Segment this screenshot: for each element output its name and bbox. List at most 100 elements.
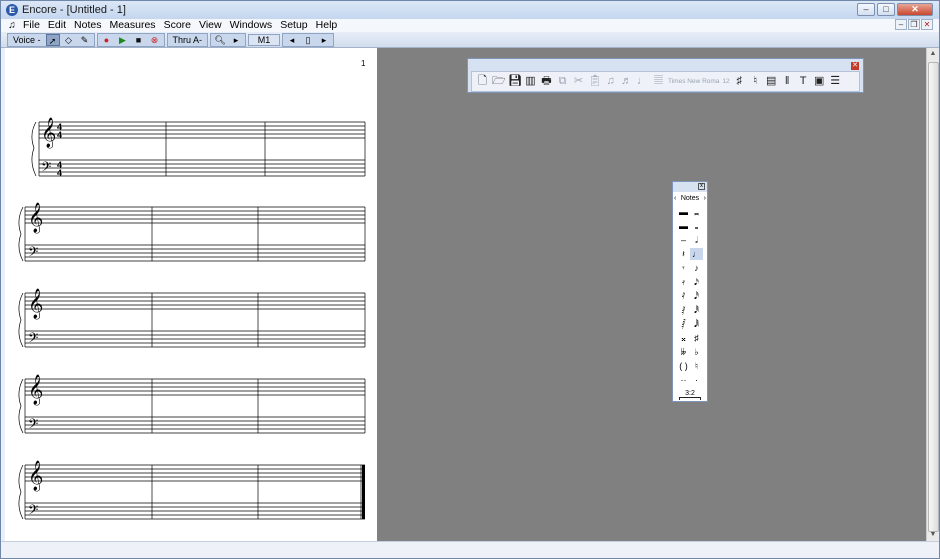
sharp-icon[interactable]: ♯: [690, 332, 703, 344]
thirty-second-rest-icon[interactable]: 𝅀: [677, 290, 690, 302]
panic-icon[interactable]: ⊗: [148, 34, 162, 46]
menu-edit[interactable]: Edit: [44, 19, 70, 32]
score-staves[interactable]: 𝄞 𝄢 𝄞𝄢 𝄞𝄢 𝄞𝄢 𝄞𝄢 4 4 4 4: [5, 48, 377, 541]
doc-minimize-button[interactable]: –: [895, 19, 907, 30]
scroll-up-icon[interactable]: ▲: [927, 48, 939, 60]
hundred-28th-rest-icon[interactable]: 𝅂: [677, 318, 690, 330]
eighth-rest-icon[interactable]: 𝄾: [677, 262, 690, 274]
measure-indicator[interactable]: M1: [248, 33, 281, 46]
palette-grid: ▬ 𝅜 ▬ 𝅝 ‒ 𝅗𝅥 𝄽 ♩ 𝄾 ♪ 𝄿 𝅘𝅥𝅯 𝅀 𝅘𝅥𝅰 𝅁 𝅘𝅥𝅱 𝅂…: [673, 204, 707, 388]
palette-next-icon[interactable]: ›: [704, 195, 706, 202]
document-window-controls: – ❐ ✕: [895, 19, 933, 30]
menu-score[interactable]: Score: [160, 19, 195, 32]
double-flat-icon[interactable]: 𝄫: [677, 346, 690, 358]
bass-clef: 𝄢: [41, 159, 51, 178]
new-file-icon[interactable]: 🗋︎: [476, 75, 489, 88]
eighth-note-icon[interactable]: ♪: [690, 262, 703, 274]
barline-icon[interactable]: ‖: [781, 75, 794, 88]
quarter-rest-half-icon[interactable]: ‒: [677, 234, 690, 246]
font-name-field[interactable]: Times New Roma: [668, 78, 719, 85]
menu-view[interactable]: View: [195, 19, 226, 32]
sixty-fourth-rest-icon[interactable]: 𝅁: [677, 304, 690, 316]
menu-help[interactable]: Help: [312, 19, 342, 32]
eraser-tool-icon[interactable]: ◇: [62, 34, 76, 46]
cut-icon[interactable]: ✂: [572, 75, 585, 88]
arrow-tool-icon[interactable]: ➚: [45, 33, 60, 46]
menu-measures[interactable]: Measures: [105, 19, 159, 32]
natural-icon[interactable]: ♮: [690, 360, 703, 372]
page-nav-group: ◂ ▯ ▸: [282, 32, 335, 47]
pencil-tool-icon[interactable]: ✎: [78, 34, 92, 46]
parentheses-icon[interactable]: ( ): [677, 360, 690, 372]
voice-group: Voice - ➚ ◇ ✎: [7, 32, 95, 47]
thirty-second-note-icon[interactable]: 𝅘𝅥𝅰: [690, 290, 703, 302]
double-sharp-icon[interactable]: 𝄪: [677, 332, 690, 344]
page-layout-icon[interactable]: ▣: [813, 75, 826, 88]
minimize-button[interactable]: –: [857, 3, 875, 16]
voice-dropdown[interactable]: Voice -: [10, 34, 44, 46]
flat-icon[interactable]: ♭: [690, 346, 703, 358]
palette-header: ‹ Notes ›: [673, 192, 707, 204]
sixteenth-rest-icon[interactable]: 𝄿: [677, 276, 690, 288]
breve-icon[interactable]: 𝅜: [690, 206, 703, 218]
chord-icon[interactable]: 𝄚: [652, 75, 665, 88]
scroll-thumb[interactable]: [928, 62, 939, 532]
copy-icon[interactable]: ⧉: [556, 75, 569, 88]
close-button[interactable]: ✕: [897, 3, 933, 16]
doc-close-button[interactable]: ✕: [921, 19, 933, 30]
beam-notes-icon[interactable]: ♬: [620, 75, 633, 88]
quarter-rest-icon[interactable]: 𝄽: [677, 248, 690, 260]
record-icon[interactable]: ●: [100, 34, 114, 46]
menu-setup[interactable]: Setup: [276, 19, 311, 32]
tuplet-button[interactable]: 3:2: [673, 390, 707, 397]
svg-text:𝄢: 𝄢: [28, 502, 38, 521]
whole-note-icon[interactable]: 𝅝: [690, 220, 703, 232]
vertical-scrollbar[interactable]: ▲ ▼: [926, 48, 939, 541]
thru-dropdown[interactable]: Thru A-: [170, 34, 206, 46]
scroll-down-icon[interactable]: ▼: [927, 529, 939, 541]
half-note-icon[interactable]: 𝅗𝅥: [690, 234, 703, 246]
final-barline: [362, 465, 365, 519]
page-icon[interactable]: ▯: [301, 34, 315, 46]
paste-icon[interactable]: 📋︎: [588, 75, 602, 88]
palette-close-icon[interactable]: x: [698, 183, 705, 190]
palette-prev-icon[interactable]: ‹: [674, 195, 676, 202]
sixteenth-note-icon[interactable]: 𝅘𝅥𝅯: [690, 276, 703, 288]
maximize-button[interactable]: □: [877, 3, 895, 16]
status-bar: [1, 541, 939, 558]
menu-windows[interactable]: Windows: [226, 19, 277, 32]
title-text-icon[interactable]: T: [797, 75, 810, 88]
play-icon[interactable]: ▶: [116, 34, 130, 46]
tie-notes-icon[interactable]: ♫: [604, 75, 617, 88]
open-folder-icon[interactable]: 🗁︎: [492, 75, 506, 88]
print-icon[interactable]: 🖶︎: [540, 75, 553, 88]
double-dot-icon[interactable]: ··: [677, 374, 690, 386]
quarter-note-icon[interactable]: ♩: [690, 248, 703, 260]
font-size-field[interactable]: 12: [722, 78, 729, 85]
next-page-icon[interactable]: ▸: [317, 34, 331, 46]
hundred-28th-note-icon[interactable]: 𝅘𝅥𝅲: [690, 318, 703, 330]
zoom-arrow-icon[interactable]: ▸: [229, 34, 243, 46]
thru-group: Thru A-: [166, 32, 209, 47]
format-toolbar-close-icon[interactable]: ✕: [851, 62, 859, 70]
menu-file[interactable]: File: [19, 19, 44, 32]
dot-icon[interactable]: ·: [690, 374, 703, 386]
sixty-fourth-note-icon[interactable]: 𝅘𝅥𝅱: [690, 304, 703, 316]
key-signature-icon[interactable]: ♮: [749, 75, 762, 88]
half-rest-icon[interactable]: ▬: [677, 220, 690, 232]
svg-text:𝄢: 𝄢: [28, 244, 38, 263]
transpose-icon[interactable]: ♯: [733, 75, 746, 88]
properties-icon[interactable]: ▥: [524, 75, 537, 88]
save-icon[interactable]: 💾︎: [508, 75, 522, 88]
zoom-group: 🔍︎ ▸: [210, 32, 247, 47]
staff-list-icon[interactable]: ☰: [829, 75, 842, 88]
menu-notes[interactable]: Notes: [70, 19, 105, 32]
doc-restore-button[interactable]: ❐: [908, 19, 920, 30]
measure-layout-icon[interactable]: ▤: [765, 75, 778, 88]
stop-icon[interactable]: ■: [132, 34, 146, 46]
previous-page-icon[interactable]: ◂: [285, 34, 299, 46]
zoom-icon[interactable]: 🔍︎: [213, 34, 227, 46]
flip-stem-icon[interactable]: ♩: [636, 75, 649, 88]
whole-rest-icon[interactable]: ▬: [677, 206, 690, 218]
document-note-icon[interactable]: ♫: [5, 20, 19, 31]
